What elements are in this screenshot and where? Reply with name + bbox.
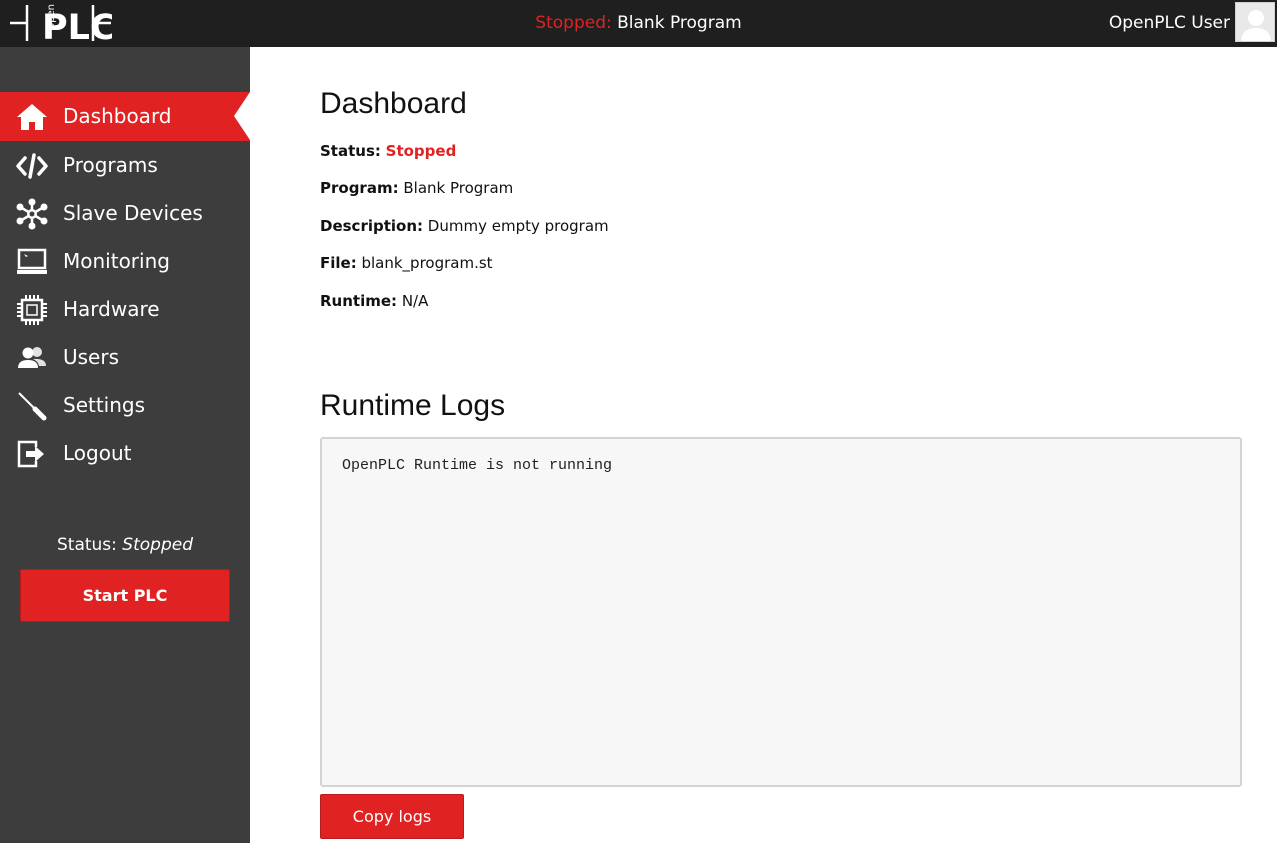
sidebar-item-users[interactable]: Users [0, 333, 250, 381]
info-program: Program: Blank Program [320, 179, 513, 197]
sidebar-item-label: Monitoring [63, 249, 170, 273]
sidebar-item-logout[interactable]: Logout [0, 429, 250, 477]
sidebar-item-label: Settings [63, 393, 146, 417]
sidebar-item-label: Logout [63, 441, 132, 465]
active-indicator [234, 92, 250, 140]
sidebar-item-label: Slave Devices [63, 201, 203, 225]
avatar[interactable] [1235, 2, 1275, 42]
info-runtime: Runtime: N/A [320, 292, 428, 310]
main-content: Dashboard Status: Stopped Program: Blank… [250, 47, 1277, 843]
sidebar-item-slave-devices[interactable]: Slave Devices [0, 189, 250, 237]
sidebar-item-settings[interactable]: Settings [0, 381, 250, 429]
info-file-value: blank_program.st [361, 254, 493, 272]
sidebar-status-label: Status: [56, 535, 117, 555]
chip-icon [17, 295, 47, 325]
network-icon [16, 198, 48, 230]
monitor-icon [17, 248, 47, 274]
start-plc-button[interactable]: Start PLC [20, 569, 230, 622]
header-status-word: Stopped: [535, 13, 612, 33]
screwdriver-icon [18, 392, 47, 421]
user-avatar-icon [1241, 10, 1271, 41]
info-runtime-value: N/A [401, 292, 429, 310]
copy-logs-button[interactable]: Copy logs [320, 794, 464, 839]
runtime-logs-title: Runtime Logs [320, 389, 506, 422]
info-program-value: Blank Program [403, 179, 514, 197]
home-icon [17, 104, 47, 130]
sidebar: Dashboard Programs Slave Devices Monitor… [0, 47, 250, 843]
info-description-label: Description: [320, 217, 424, 235]
sidebar-item-monitoring[interactable]: Monitoring [0, 237, 250, 285]
sidebar-item-label: Users [63, 345, 120, 369]
runtime-logs-text: OpenPLC Runtime is not running [342, 457, 613, 474]
info-status-value: Stopped [385, 142, 457, 160]
info-status-label: Status: [320, 142, 381, 160]
sidebar-item-programs[interactable]: Programs [0, 141, 250, 189]
user-name[interactable]: OpenPLC User [1109, 13, 1230, 33]
code-icon [16, 153, 48, 179]
info-file: File: blank_program.st [320, 254, 493, 272]
info-runtime-label: Runtime: [320, 292, 398, 310]
sidebar-item-label: Dashboard [63, 104, 172, 128]
header-status: Stopped: Blank Program [0, 13, 1277, 33]
info-description: Description: Dummy empty program [320, 217, 609, 235]
sidebar-status: Status: Stopped [0, 535, 250, 555]
top-bar: open PLC Stopped: Blank Program OpenPLC … [0, 0, 1277, 47]
sidebar-item-hardware[interactable]: Hardware [0, 285, 250, 333]
info-status: Status: Stopped [320, 142, 456, 160]
runtime-logs-textarea[interactable]: OpenPLC Runtime is not running [320, 437, 1242, 787]
info-description-value: Dummy empty program [427, 217, 609, 235]
logout-icon [17, 440, 44, 468]
sidebar-item-label: Hardware [63, 297, 160, 321]
info-program-label: Program: [320, 179, 399, 197]
header-program-name: Blank Program [617, 13, 742, 33]
sidebar-status-value: Stopped [122, 535, 193, 555]
sidebar-item-label: Programs [63, 153, 158, 177]
page-title: Dashboard [320, 87, 467, 120]
sidebar-item-dashboard[interactable]: Dashboard [0, 92, 250, 141]
info-file-label: File: [320, 254, 357, 272]
users-icon [18, 347, 46, 368]
